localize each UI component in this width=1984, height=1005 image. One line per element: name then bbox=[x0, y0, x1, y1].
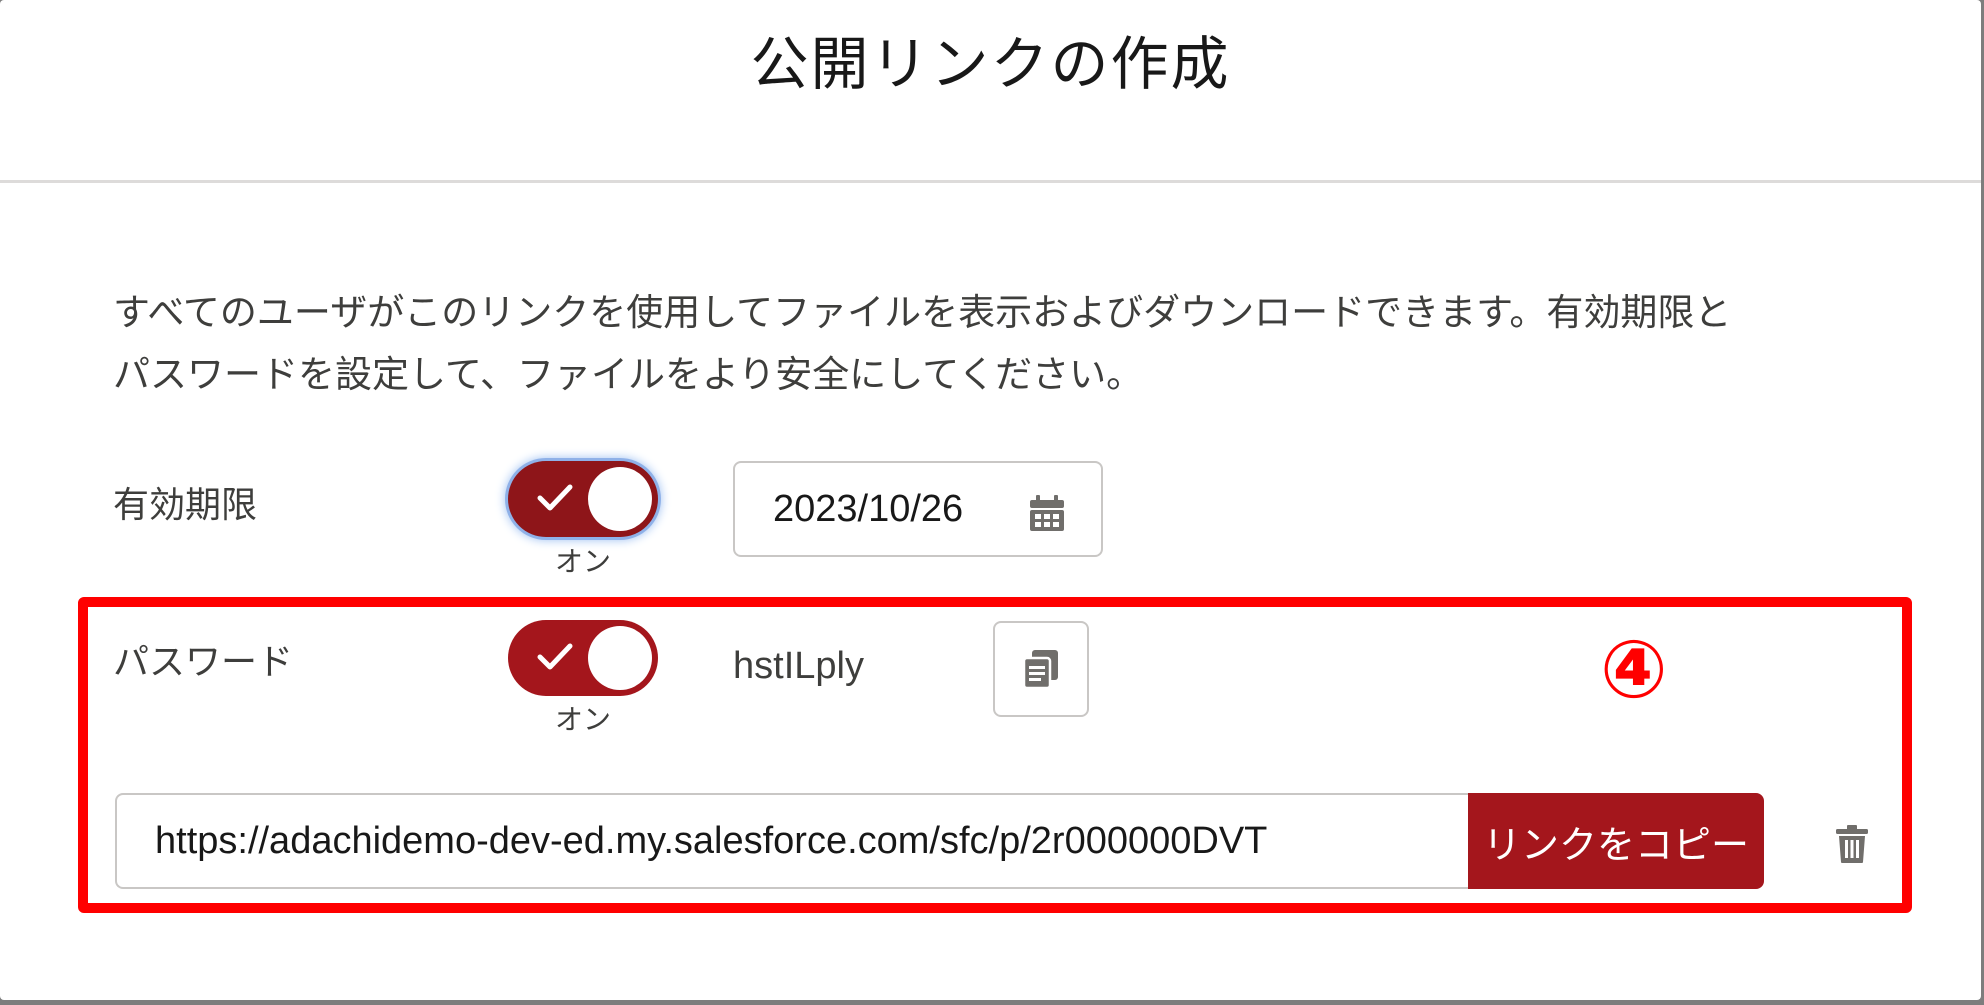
annotation-step-number: ④ bbox=[1600, 623, 1668, 716]
expiration-toggle[interactable] bbox=[508, 461, 658, 537]
modal-title: 公開リンクの作成 bbox=[750, 29, 1231, 98]
expiration-label: 有効期限 bbox=[113, 485, 258, 526]
expiration-date-input[interactable]: 2023/10/26 bbox=[733, 461, 1103, 557]
expiration-toggle-state: オン bbox=[554, 545, 611, 578]
modal-header: 公開リンクの作成 bbox=[0, 0, 1981, 183]
create-public-link-modal: 公開リンクの作成 すべてのユーザがこのリンクを使用してファイルを表示およびダウン… bbox=[0, 0, 1981, 1000]
description-line-1: すべてのユーザがこのリンクを使用してファイルを表示およびダウンロードできます。有… bbox=[113, 291, 1732, 334]
modal-description: すべてのユーザがこのリンクを使用してファイルを表示およびダウンロードできます。有… bbox=[113, 282, 1903, 406]
checkmark-icon bbox=[537, 484, 573, 511]
expiration-date-value: 2023/10/26 bbox=[773, 487, 964, 530]
calendar-icon[interactable] bbox=[1027, 493, 1067, 533]
description-line-2: パスワードを設定して、ファイルをより安全にしてください。 bbox=[113, 353, 1144, 396]
toggle-knob bbox=[588, 467, 652, 531]
